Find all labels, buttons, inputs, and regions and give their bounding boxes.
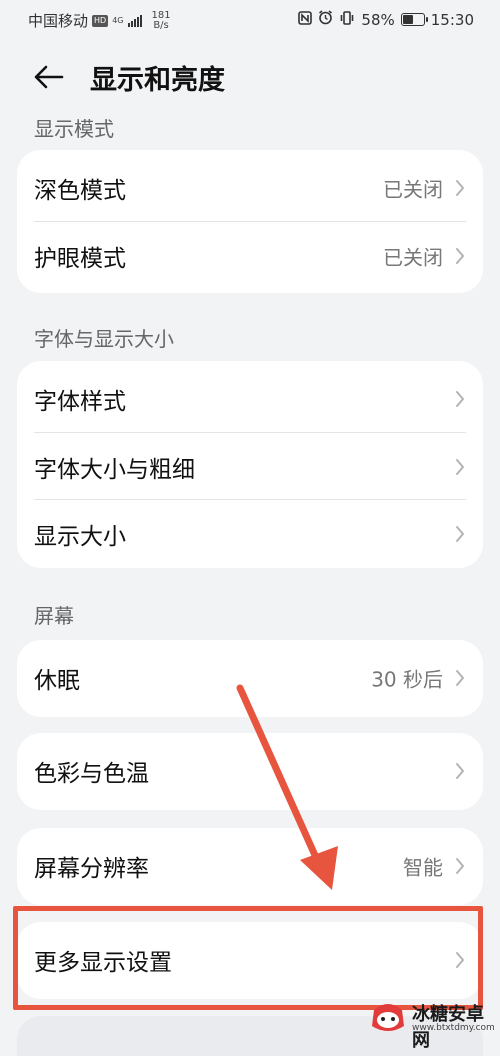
card-screen-resolution: 屏幕分辨率 智能 xyxy=(17,828,483,905)
row-value: 已关闭 xyxy=(383,177,443,202)
row-eye-comfort[interactable]: 护眼模式 已关闭 xyxy=(17,222,483,290)
row-screen-resolution[interactable]: 屏幕分辨率 智能 xyxy=(17,832,483,900)
chevron-right-icon xyxy=(456,763,464,779)
card-sleep: 休眠 30 秒后 xyxy=(17,640,483,717)
row-label: 休眠 xyxy=(34,668,80,694)
back-arrow-icon[interactable] xyxy=(32,62,66,92)
row-font-size-weight[interactable]: 字体大小与粗细 xyxy=(17,433,483,501)
chevron-right-icon xyxy=(456,248,464,264)
section-label-font-display: 字体与显示大小 xyxy=(34,327,174,351)
row-display-size[interactable]: 显示大小 xyxy=(17,500,483,568)
row-label: 护眼模式 xyxy=(34,246,126,272)
watermark-logo-icon xyxy=(372,1004,404,1031)
card-font-display: 字体样式 字体大小与粗细 显示大小 xyxy=(17,361,483,568)
speed-unit: B/s xyxy=(153,19,169,31)
chevron-right-icon xyxy=(456,180,464,196)
battery-icon xyxy=(400,13,428,26)
chevron-right-icon xyxy=(456,670,464,686)
status-left: 中国移动 HD 4G 181 B/s xyxy=(28,10,171,31)
row-sleep[interactable]: 休眠 30 秒后 xyxy=(17,644,483,712)
watermark-url: www.btxtdmy.com xyxy=(412,1023,495,1033)
row-color-temperature[interactable]: 色彩与色温 xyxy=(17,737,483,805)
section-label-screen: 屏幕 xyxy=(34,604,74,628)
row-font-style[interactable]: 字体样式 xyxy=(17,365,483,433)
row-label: 屏幕分辨率 xyxy=(34,856,149,882)
signal-icon xyxy=(127,14,142,27)
row-value: 30 秒后 xyxy=(371,667,443,692)
chevron-right-icon xyxy=(456,459,464,475)
row-label: 深色模式 xyxy=(34,178,126,204)
network-type: 4G xyxy=(112,15,124,25)
row-value: 已关闭 xyxy=(383,245,443,270)
row-label: 显示大小 xyxy=(34,524,126,550)
row-label: 色彩与色温 xyxy=(34,761,149,787)
alarm-icon xyxy=(318,10,333,29)
carrier-name: 中国移动 xyxy=(28,12,89,30)
nfc-icon xyxy=(298,10,313,29)
clock: 15:30 xyxy=(430,10,474,29)
section-label-display-mode: 显示模式 xyxy=(34,117,114,141)
chevron-right-icon xyxy=(456,526,464,542)
network-speed: 181 B/s xyxy=(152,10,171,31)
chevron-right-icon xyxy=(456,391,464,407)
status-bar: 中国移动 HD 4G 181 B/s 58% 15:30 xyxy=(0,0,500,40)
row-label: 字体大小与粗细 xyxy=(34,457,195,483)
hd-badge: HD xyxy=(92,14,109,27)
watermark: 冰糖安卓网 www.btxtdmy.com xyxy=(368,998,500,1051)
card-color-temperature: 色彩与色温 xyxy=(17,733,483,810)
chevron-right-icon xyxy=(456,858,464,874)
annotation-highlight-box xyxy=(13,906,483,1010)
row-dark-mode[interactable]: 深色模式 已关闭 xyxy=(17,154,483,222)
card-display-mode: 深色模式 已关闭 护眼模式 已关闭 xyxy=(17,150,483,293)
row-label: 字体样式 xyxy=(34,389,126,415)
vibrate-icon xyxy=(339,10,355,29)
row-value: 智能 xyxy=(403,855,443,880)
battery-fill xyxy=(402,15,414,24)
status-right: 58% 15:30 xyxy=(298,10,474,29)
page-header: 显示和亮度 xyxy=(0,52,500,104)
page-title: 显示和亮度 xyxy=(90,65,225,96)
battery-percent: 58% xyxy=(361,10,395,29)
